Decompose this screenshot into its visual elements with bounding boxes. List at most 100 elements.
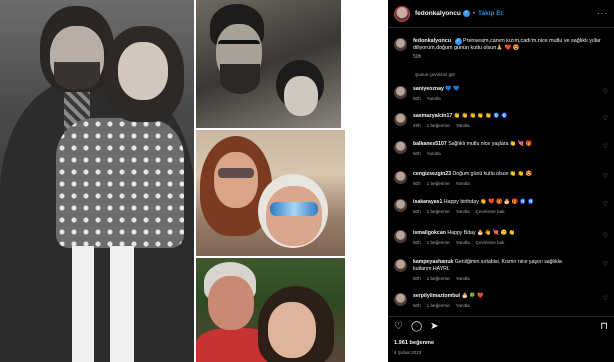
commenter-avatar[interactable] — [394, 86, 407, 99]
commenter-username[interactable]: balkanes5107 — [413, 141, 447, 147]
comment-like-heart-icon[interactable]: ♡ — [603, 261, 608, 268]
verified-badge-icon: ✓ — [462, 10, 470, 17]
comment-text: Happy birthday 👏 ❤️ 🎁 🎂 🎁 🧿 🧿 — [443, 199, 535, 205]
caption-time[interactable]: 50h — [413, 54, 608, 61]
comment-like-count[interactable]: 1 beğenme — [427, 303, 450, 308]
comment-meta: 50h 1 beğenme Yanıtla — [413, 180, 585, 187]
girl-face-shape — [118, 42, 168, 100]
likes-count[interactable]: 1.961 beğenme — [394, 340, 434, 346]
reply-button[interactable]: Yanıtla — [427, 151, 441, 156]
comment-item: cengizsezgin23 Doğum günü kutlu olsun 👏 … — [394, 171, 608, 187]
commenter-username[interactable]: ismailgokcan — [413, 230, 446, 236]
comment-like-heart-icon[interactable]: ♡ — [603, 115, 608, 122]
comment-item: sasmazyalcin17 👏 👏 👏 👏 👏 🧿 🧿 49h 1 beğenme… — [394, 113, 608, 129]
comment-time[interactable]: 49h — [413, 123, 421, 128]
post-side-panel: fedonkalyoncu ✓ • Takip Et ··· fedonkaly… — [388, 0, 614, 362]
comment-like-heart-icon[interactable]: ♡ — [603, 173, 608, 180]
comment-like-count[interactable]: 1 beğenme — [427, 209, 450, 214]
comment-body: cengizsezgin23 Doğum günü kutlu olsun 👏 … — [413, 171, 585, 187]
reply-button[interactable]: Yanıtla — [456, 276, 470, 281]
caption-body: fedonkalyoncu ✓ Prensesim,canım kızım,ca… — [413, 38, 608, 61]
comment-like-count[interactable]: 1 beğenme — [427, 181, 450, 186]
commenter-username[interactable]: kampeyashanuk — [413, 259, 453, 265]
see-translation-link[interactable]: Şunun çevirisini gör — [415, 72, 455, 77]
comment-meta: 50h 1 beğenme Yanıtla Çevirisine bak — [413, 239, 585, 246]
child-face-shape — [284, 76, 318, 116]
follow-button[interactable]: Takip Et — [478, 10, 503, 17]
comment-time[interactable]: 50h — [413, 209, 421, 214]
comment-like-heart-icon[interactable]: ♡ — [603, 295, 608, 302]
caption-username[interactable]: fedonkalyoncu — [413, 38, 451, 44]
comment-time[interactable]: 50h — [413, 276, 421, 281]
post-caption: fedonkalyoncu ✓ Prensesim,canım kızım,ca… — [394, 38, 608, 61]
caption-avatar[interactable] — [394, 38, 407, 51]
comment-item: kampeyashanuk Genliğimin sırtabisi. Kısm… — [394, 259, 608, 282]
comment-bubble-icon[interactable]: ◯ — [411, 321, 422, 332]
commenter-username[interactable]: isakarayas1 — [413, 199, 442, 205]
caption-verified-icon: ✓ — [454, 38, 462, 45]
comment-like-count[interactable]: 1 beğenme — [427, 276, 450, 281]
bookmark-icon[interactable]: ⊓ — [600, 321, 608, 332]
man-beard-shape — [220, 64, 260, 94]
comment-like-heart-icon[interactable]: ♡ — [603, 232, 608, 239]
comment-body: kampeyashanuk Genliğimin sırtabisi. Kısm… — [413, 259, 585, 282]
woman-face-shape — [214, 152, 258, 208]
comment-time[interactable]: 50h — [413, 151, 421, 156]
comment-body: serpilyilmaztombul 🎂 🍀 ❤️ 50h 1 beğenme Yan… — [413, 293, 585, 309]
comment-item: balkanes5107 Sağlıklı mutlu nice yaşlara… — [394, 141, 608, 157]
man-beard-shape — [54, 62, 100, 90]
commenter-username[interactable]: cengizsezgin23 — [413, 171, 451, 177]
commenter-avatar[interactable] — [394, 171, 407, 184]
see-translation-link[interactable]: Çevirisine bak — [476, 209, 505, 214]
post-actions-bar: ♡ ◯ ➤ ⊓ — [388, 316, 614, 336]
comment-time[interactable]: 50h — [413, 96, 421, 101]
commenter-avatar[interactable] — [394, 141, 407, 154]
reply-button[interactable]: Yanıtla — [456, 303, 470, 308]
reply-button[interactable]: Yanıtla — [427, 96, 441, 101]
like-heart-icon[interactable]: ♡ — [394, 321, 403, 332]
reply-button[interactable]: Yanıtla — [456, 123, 470, 128]
commenter-avatar[interactable] — [394, 259, 407, 272]
comment-body: sasmazyalcin17 👏 👏 👏 👏 👏 🧿 🧿 49h 1 beğenme… — [413, 113, 585, 129]
photo-garden-embrace — [196, 258, 345, 362]
commenter-avatar[interactable] — [394, 113, 407, 126]
comment-text: 🎂 🍀 ❤️ — [461, 293, 484, 299]
comment-text: Doğum günü kutlu olsun 👏 👏 😍 — [452, 171, 533, 177]
comment-like-heart-icon[interactable]: ♡ — [603, 143, 608, 150]
comment-text: Sağlıklı mutlu nice yaşlara 👏 💘 🎁 — [448, 141, 533, 147]
author-username[interactable]: fedonkalyoncu — [415, 10, 461, 17]
share-send-icon[interactable]: ➤ — [430, 321, 438, 332]
glasses-shape — [218, 40, 260, 52]
comment-text: 💙 💙 — [445, 86, 460, 92]
reply-button[interactable]: Yanıtla — [456, 209, 470, 214]
comment-like-heart-icon[interactable]: ♡ — [603, 88, 608, 95]
comment-like-count[interactable]: 1 beğenme — [427, 123, 450, 128]
comment-time[interactable]: 50h — [413, 181, 421, 186]
commenter-avatar[interactable] — [394, 293, 407, 306]
commenter-avatar[interactable] — [394, 199, 407, 212]
man-face-shape — [266, 186, 322, 246]
separator-dot: • — [472, 10, 475, 17]
author-avatar[interactable] — [394, 5, 410, 22]
comment-body: balkanes5107 Sağlıklı mutlu nice yaşlara… — [413, 141, 585, 157]
reply-button[interactable]: Yanıtla — [456, 240, 470, 245]
commenter-avatar[interactable] — [394, 230, 407, 243]
commenter-username[interactable]: saniyeoznay — [413, 86, 444, 92]
reply-button[interactable]: Yanıtla — [456, 181, 470, 186]
comment-body: saniyeoznay 💙 💙 50h Yanıtla — [413, 86, 585, 102]
photo-selfie-sunglasses — [196, 130, 345, 256]
see-translation-link[interactable]: Çevirisine bak — [476, 240, 505, 245]
comment-item: ismailgokcan Happy Bday 🎂 👋 💘 🙂 👏 50h 1 be… — [394, 230, 608, 246]
comment-like-heart-icon[interactable]: ♡ — [603, 201, 608, 208]
commenter-username[interactable]: sasmazyalcin17 — [413, 113, 452, 119]
post-image-collage[interactable] — [0, 0, 388, 362]
commenter-username[interactable]: serpilyilmaztombul — [413, 293, 460, 299]
comment-meta: 50h 1 beğenme Yanıtla — [413, 275, 585, 282]
comment-time[interactable]: 50h — [413, 303, 421, 308]
girl-dress-shape — [56, 118, 184, 248]
comment-time[interactable]: 50h — [413, 240, 421, 245]
comment-body: isakarayas1 Happy birthday 👏 ❤️ 🎁 🎂 🎁 🧿 … — [413, 199, 585, 215]
comment-like-count[interactable]: 1 beğenme — [427, 240, 450, 245]
more-options-icon[interactable]: ··· — [597, 9, 608, 18]
comment-text: Happy Bday 🎂 👋 💘 🙂 👏 — [447, 230, 516, 236]
